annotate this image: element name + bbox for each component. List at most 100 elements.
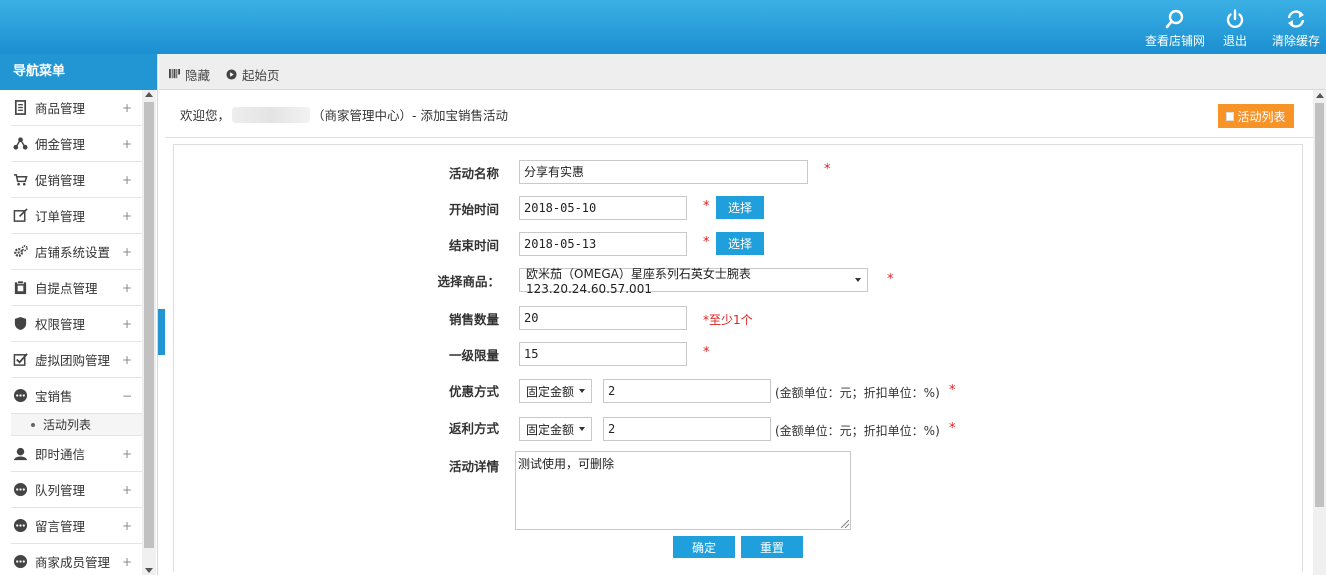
rebate-type-select[interactable]: 固定金额 [519, 417, 592, 441]
page-title: （商家管理中心）- 添加宝销售活动 [312, 108, 509, 123]
sidebar-item-label: 订单管理 [35, 209, 86, 224]
home-page-label: 起始页 [242, 68, 280, 83]
welcome-prefix: 欢迎您， [180, 108, 231, 123]
scroll-thumb[interactable] [144, 102, 154, 548]
discount-value-input[interactable]: 2 [603, 379, 771, 403]
sidebar-item-label: 队列管理 [35, 483, 86, 498]
sidebar-menu: 商品管理 + 佣金管理 + 促销管理 + 订单管理 + 店铺系统设置 + 自提点… [0, 90, 142, 575]
clear-cache-button[interactable]: 清除缓存 [1268, 8, 1324, 48]
end-time-label: 结束时间 [448, 238, 499, 253]
logout-button[interactable]: 退出 [1218, 8, 1252, 48]
share-icon [11, 135, 29, 153]
quantity-note: *至少1个 [703, 313, 753, 327]
expand-icon: + [121, 101, 132, 115]
rebate-value-input[interactable]: 2 [603, 417, 771, 441]
sidebar-item-goods[interactable]: 商品管理 + [11, 90, 142, 126]
scroll-up-icon[interactable] [145, 92, 153, 97]
sidebar-title: 导航菜单 [0, 54, 157, 90]
limit-input[interactable]: 15 [519, 342, 687, 366]
activity-name-input[interactable]: 分享有实惠 [519, 160, 808, 184]
required-mark: * [949, 383, 956, 398]
scroll-up-icon[interactable] [1316, 93, 1324, 98]
expand-icon: + [121, 447, 132, 461]
toolbar: 隐藏 起始页 [159, 54, 1326, 90]
limit-label: 一级限量 [448, 348, 499, 363]
sidebar-item-queue[interactable]: 队列管理 + [11, 472, 142, 508]
sidebar-item-virtual-group[interactable]: 虚拟团购管理 + [11, 342, 142, 378]
sidebar-item-instant-messaging[interactable]: 即时通信 + [11, 436, 142, 472]
detail-textarea[interactable]: 测试使用，可删除 [515, 451, 851, 530]
sidebar-item-members[interactable]: 商家成员管理 + [11, 544, 142, 575]
expand-icon: + [121, 173, 132, 187]
sidebar-item-label: 店铺系统设置 [35, 245, 111, 260]
resize-grip-icon[interactable] [841, 520, 849, 528]
unit-hint: (金额单位：元；折扣单位：%) [775, 386, 940, 400]
sidebar-item-label: 自提点管理 [35, 281, 98, 296]
sidebar: 导航菜单 商品管理 + 佣金管理 + 促销管理 + 订单管理 + 店铺系统设置 … [0, 54, 158, 575]
dropdown-icon [579, 427, 585, 431]
scroll-thumb[interactable] [1315, 103, 1324, 507]
expand-icon: + [121, 555, 132, 569]
document-icon [11, 99, 29, 117]
view-store-label: 查看店铺网 [1144, 34, 1205, 48]
search-icon [1164, 8, 1186, 30]
content-header: 欢迎您， （商家管理中心）- 添加宝销售活动 活动列表 [165, 90, 1313, 138]
confirm-button[interactable]: 确定 [673, 536, 735, 558]
detail-text: 测试使用，可删除 [518, 457, 615, 471]
expand-icon: + [121, 137, 132, 151]
end-time-input[interactable]: 2018-05-13 [519, 232, 687, 256]
clipboard-icon [11, 279, 29, 297]
sidebar-item-label: 虚拟团购管理 [35, 353, 111, 368]
sidebar-item-store-settings[interactable]: 店铺系统设置 + [11, 234, 142, 270]
product-selected-value: 欧米茄（OMEGA）星座系列石英女士腕表123.20.24.60.57.001 [526, 266, 751, 296]
content-scrollbar[interactable] [1313, 90, 1326, 575]
sidebar-collapse-handle[interactable] [158, 309, 165, 355]
discount-type-select[interactable]: 固定金额 [519, 379, 592, 403]
quantity-input[interactable]: 20 [519, 306, 687, 330]
sidebar-item-label: 佣金管理 [35, 137, 86, 152]
view-store-button[interactable]: 查看店铺网 [1140, 8, 1210, 48]
checkbox-icon [11, 351, 29, 369]
dropdown-icon [855, 278, 861, 282]
required-mark: * [887, 272, 894, 287]
list-icon [1226, 111, 1235, 121]
required-mark: * [703, 199, 710, 214]
sidebar-item-commission[interactable]: 佣金管理 + [11, 126, 142, 162]
expand-icon: + [121, 245, 132, 259]
expand-icon: + [121, 209, 132, 223]
sidebar-item-pickup[interactable]: 自提点管理 + [11, 270, 142, 306]
barcode-icon [169, 69, 180, 79]
required-mark: * [824, 162, 831, 177]
activity-list-label: 活动列表 [1237, 109, 1286, 124]
collapse-icon: − [121, 389, 132, 403]
sidebar-subitem-activity-list[interactable]: 活动列表 [11, 414, 142, 436]
sidebar-item-messages[interactable]: 留言管理 + [11, 508, 142, 544]
sidebar-item-orders[interactable]: 订单管理 + [11, 198, 142, 234]
unit-hint: (金额单位：元；折扣单位：%) [775, 424, 940, 438]
start-time-label: 开始时间 [448, 202, 499, 217]
required-mark: * [703, 235, 710, 250]
expand-icon: + [121, 519, 132, 533]
user-icon [11, 445, 29, 463]
sidebar-item-permissions[interactable]: 权限管理 + [11, 306, 142, 342]
start-time-select-button[interactable]: 选择 [716, 196, 764, 219]
reset-button[interactable]: 重置 [741, 536, 803, 558]
end-time-select-button[interactable]: 选择 [716, 232, 764, 255]
start-time-input[interactable]: 2018-05-10 [519, 196, 687, 220]
sidebar-scrollbar[interactable] [142, 90, 156, 575]
product-select[interactable]: 欧米茄（OMEGA）星座系列石英女士腕表123.20.24.60.57.001 [519, 267, 868, 296]
activity-list-button[interactable]: 活动列表 [1218, 104, 1294, 128]
sidebar-item-promotion[interactable]: 促销管理 + [11, 162, 142, 198]
clear-cache-label: 清除缓存 [1271, 34, 1320, 48]
sidebar-item-label: 商家成员管理 [35, 555, 111, 570]
rebate-label: 返利方式 [448, 421, 499, 436]
expand-icon: + [121, 281, 132, 295]
home-page-button[interactable]: 起始页 [226, 65, 280, 84]
hide-button[interactable]: 隐藏 [169, 65, 210, 84]
edit-icon [11, 207, 29, 225]
sidebar-item-label: 宝销售 [35, 389, 73, 404]
ellipsis-icon [11, 481, 29, 499]
bullet-icon [31, 422, 35, 427]
sidebar-item-bao-sales[interactable]: 宝销售 − [11, 378, 142, 414]
scroll-down-icon[interactable] [145, 568, 153, 573]
